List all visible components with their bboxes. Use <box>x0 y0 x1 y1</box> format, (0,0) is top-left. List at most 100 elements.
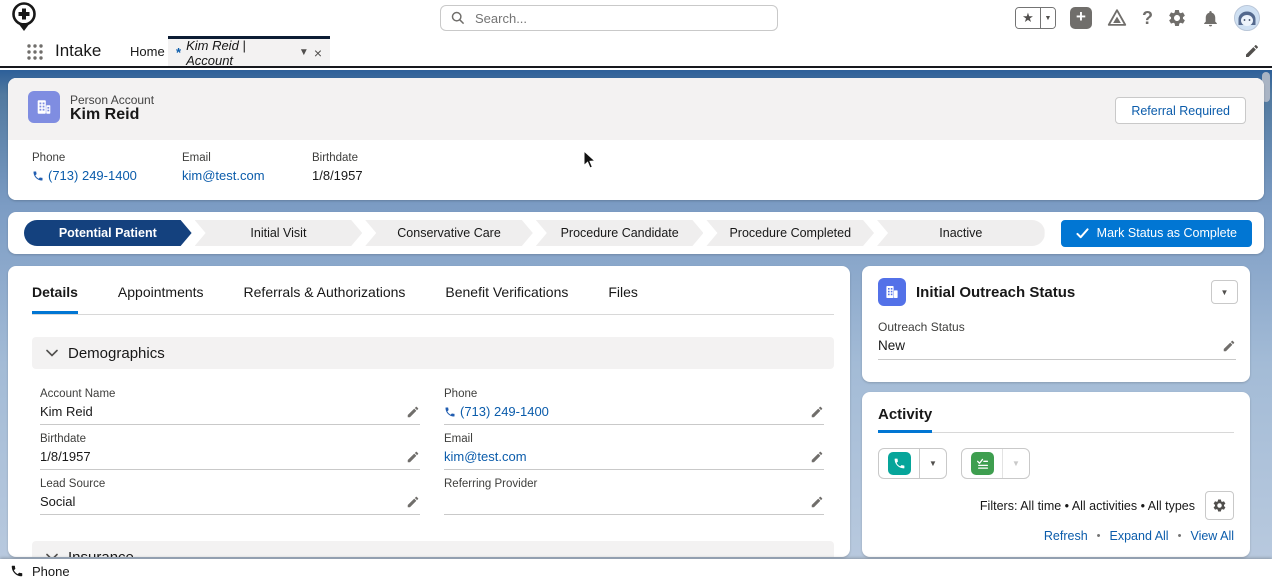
path-stage-potential-patient[interactable]: Potential Patient <box>24 220 192 246</box>
app-logo-icon <box>8 1 40 40</box>
section-insurance[interactable]: Insurance <box>32 541 834 557</box>
help-icon[interactable]: ? <box>1142 8 1153 29</box>
page-background: Person Account Kim Reid Referral Require… <box>0 70 1272 559</box>
tab-activity[interactable]: Activity <box>878 406 932 433</box>
avatar[interactable] <box>1234 5 1260 31</box>
account-icon <box>878 278 906 306</box>
tab-chevron-down-icon[interactable]: ▼ <box>299 47 309 58</box>
filters-gear-icon[interactable] <box>1205 491 1234 520</box>
phone-link[interactable]: (713) 249-1400 <box>32 168 182 183</box>
path-assistant: Potential Patient Initial Visit Conserva… <box>8 212 1264 254</box>
phone-icon <box>444 406 456 418</box>
log-a-call-button[interactable] <box>879 449 920 478</box>
utility-bar: Phone <box>0 559 1272 583</box>
birthdate-value: 1/8/1957 <box>312 168 363 183</box>
stage-label: Procedure Candidate <box>561 226 679 240</box>
activity-card: Activity ▼ <box>862 392 1250 557</box>
tab-referrals-authorizations[interactable]: Referrals & Authorizations <box>244 284 406 314</box>
edit-page-pencil-icon[interactable] <box>1244 43 1260 64</box>
utility-phone-button[interactable]: Phone <box>32 564 70 579</box>
path-stage-conservative-care[interactable]: Conservative Care <box>365 220 533 246</box>
favorites-button-group[interactable]: ★ ▼ <box>1015 7 1056 29</box>
tab-files[interactable]: Files <box>608 284 638 314</box>
favorites-dropdown-icon[interactable]: ▼ <box>1040 8 1055 28</box>
global-actions-icon[interactable]: + <box>1070 7 1092 29</box>
entity-type-label: Person Account <box>70 93 154 107</box>
tab-benefit-verifications[interactable]: Benefit Verifications <box>445 284 568 314</box>
stage-label: Inactive <box>939 226 982 240</box>
tab-record-active[interactable]: * Kim Reid | Account ▼ × <box>168 36 330 66</box>
new-task-button[interactable] <box>962 449 1003 478</box>
unsaved-indicator: * <box>176 45 181 60</box>
card-title: Initial Outreach Status <box>916 284 1075 301</box>
path-stage-procedure-completed[interactable]: Procedure Completed <box>706 220 874 246</box>
phone-icon <box>32 170 44 182</box>
record-detail-card: Details Appointments Referrals & Authori… <box>8 266 850 557</box>
app-nav-bar: Intake Home * Kim Reid | Account ▼ × <box>0 36 1272 68</box>
highlight-field-birthdate: Birthdate 1/8/1957 <box>312 152 363 183</box>
edit-icon[interactable] <box>810 405 824 419</box>
edit-icon[interactable] <box>1222 339 1236 353</box>
expand-all-link[interactable]: Expand All <box>1110 529 1169 543</box>
favorites-star-icon[interactable]: ★ <box>1016 8 1040 28</box>
search-icon <box>451 11 465 25</box>
app-launcher-waffle-icon[interactable] <box>26 43 44 66</box>
global-search[interactable] <box>440 5 778 31</box>
dot-separator: • <box>1097 530 1101 542</box>
field-label: Phone <box>32 152 182 164</box>
stage-label: Procedure Completed <box>729 226 851 240</box>
edit-icon[interactable] <box>810 450 824 464</box>
field-label: Referring Provider <box>444 478 824 490</box>
log-a-call-icon <box>888 452 911 475</box>
field-label: Phone <box>444 388 824 400</box>
setup-gear-icon[interactable] <box>1167 8 1187 28</box>
view-all-link[interactable]: View All <box>1190 529 1234 543</box>
log-a-call-button-group: ▼ <box>878 448 947 479</box>
field-value: 1/8/1957 <box>40 449 91 464</box>
email-link[interactable]: kim@test.com <box>182 168 312 183</box>
tab-close-icon[interactable]: × <box>314 48 322 58</box>
path-stage-procedure-candidate[interactable]: Procedure Candidate <box>536 220 704 246</box>
path-track: Potential Patient Initial Visit Conserva… <box>24 220 1045 246</box>
log-a-call-dropdown-icon[interactable]: ▼ <box>920 449 946 478</box>
guidance-center-icon[interactable] <box>1106 7 1128 29</box>
referral-required-button[interactable]: Referral Required <box>1115 97 1246 124</box>
field-label: Lead Source <box>40 478 420 490</box>
app-name: Intake <box>55 41 101 61</box>
tab-home[interactable]: Home <box>122 36 173 66</box>
initial-outreach-status-card: Initial Outreach Status ▼ Outreach Statu… <box>862 266 1250 382</box>
email-link[interactable]: kim@test.com <box>444 449 527 464</box>
path-stage-initial-visit[interactable]: Initial Visit <box>195 220 363 246</box>
field-value: New <box>878 338 905 353</box>
edit-icon[interactable] <box>406 405 420 419</box>
edit-icon[interactable] <box>406 495 420 509</box>
highlight-field-email: Email kim@test.com <box>182 152 312 183</box>
dot-separator: • <box>1178 530 1182 542</box>
card-actions-chevron-down-icon[interactable]: ▼ <box>1211 280 1238 304</box>
chevron-down-icon <box>46 553 58 557</box>
demographics-fields: Account Name Kim Reid Phone (713) 249-14… <box>40 388 824 515</box>
section-title: Demographics <box>68 345 165 362</box>
tab-details[interactable]: Details <box>32 284 78 314</box>
phone-link[interactable]: (713) 249-1400 <box>444 404 549 419</box>
phone-value[interactable]: (713) 249-1400 <box>48 168 137 183</box>
check-icon <box>1076 228 1089 239</box>
field-referring-provider: Referring Provider <box>444 478 824 515</box>
section-title: Insurance <box>68 549 134 558</box>
notifications-bell-icon[interactable] <box>1201 9 1220 28</box>
stage-label: Conservative Care <box>397 226 501 240</box>
record-highlights-card: Person Account Kim Reid Referral Require… <box>8 78 1264 200</box>
section-demographics[interactable]: Demographics <box>32 337 834 369</box>
path-stage-inactive[interactable]: Inactive <box>877 220 1045 246</box>
tab-appointments[interactable]: Appointments <box>118 284 204 314</box>
refresh-link[interactable]: Refresh <box>1044 529 1088 543</box>
edit-icon[interactable] <box>810 495 824 509</box>
field-value[interactable]: (713) 249-1400 <box>460 404 549 419</box>
edit-icon[interactable] <box>406 450 420 464</box>
field-label: Email <box>444 433 824 445</box>
mark-status-complete-button[interactable]: Mark Status as Complete <box>1061 220 1252 247</box>
new-task-button-group: ▼ <box>961 448 1030 479</box>
search-input[interactable] <box>473 10 767 27</box>
stage-label: Potential Patient <box>59 226 157 240</box>
field-email: Email kim@test.com <box>444 433 824 470</box>
